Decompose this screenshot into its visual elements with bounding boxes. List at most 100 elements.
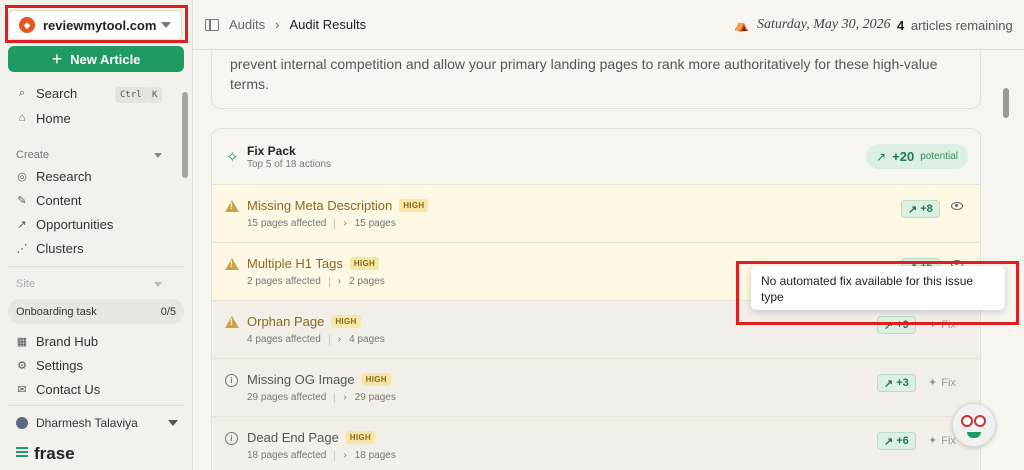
potential-value: +20 (892, 149, 915, 164)
section-label-site: Site (16, 278, 35, 290)
breadcrumb-separator-icon: › (275, 17, 280, 32)
pages-affected: 4 pages affected (247, 334, 321, 345)
gear-icon: ⚙ (17, 359, 27, 372)
severity-badge: HIGH (361, 373, 391, 386)
gain-badge: ↗ +3 (877, 374, 916, 392)
onboarding-progress: 0/5 (160, 305, 176, 318)
sidebar-item-label: Opportunities (36, 216, 114, 232)
issue-row[interactable]: i Missing OG Image HIGH 29 pages affected… (212, 358, 980, 416)
issue-title: Dead End Page (247, 430, 339, 445)
issue-row[interactable]: Missing Meta Description HIGH 15 pages af… (212, 184, 980, 242)
severity-badge: HIGH (331, 315, 361, 328)
chevron-right-icon: › (343, 218, 347, 229)
sidebar-item-label: Brand Hub (36, 333, 99, 349)
breadcrumb-current: Audit Results (289, 17, 367, 32)
articles-remaining: 4 articles remaining (897, 18, 1013, 33)
trending-up-icon: ↗ (884, 435, 894, 448)
potential-label: potential (920, 151, 958, 162)
severity-badge: HIGH (345, 431, 375, 444)
chevron-right-icon: › (343, 450, 347, 461)
onboarding-task[interactable]: Onboarding task 0/5 (8, 299, 184, 324)
sidebar-item-label: Home (36, 110, 71, 126)
issue-title: Multiple H1 Tags (247, 256, 343, 271)
gain-badge: ↗ +8 (901, 200, 940, 218)
highlight-box-tooltip (736, 261, 1019, 325)
plus-icon: + (51, 49, 63, 69)
sparkle-icon: ✧ (226, 149, 239, 166)
fix-pack-title: Fix Pack (247, 144, 296, 158)
fix-button[interactable]: ✦ Fix (928, 376, 956, 390)
sidebar-item-contact-us[interactable]: ✉ Contact Us (16, 379, 100, 399)
main-scrollbar[interactable] (1003, 88, 1009, 118)
sidebar-item-opportunities[interactable]: ↗ Opportunities (16, 214, 113, 234)
collapse-site-icon[interactable] (154, 282, 162, 287)
eye-icon[interactable] (951, 202, 963, 210)
issue-title: Orphan Page (247, 314, 325, 329)
chevron-down-icon (168, 420, 178, 426)
pages-link[interactable]: 4 pages (349, 334, 385, 345)
severity-badge: HIGH (349, 257, 380, 270)
sidebar: ◆ reviewmytool.com + New Article ⌕ Searc… (0, 0, 193, 470)
collapse-create-icon[interactable] (154, 153, 162, 158)
current-date: ⛺ Saturday, May 30, 2026 (734, 17, 891, 33)
sparkle-icon: ✦ (928, 377, 938, 389)
chevron-right-icon: › (337, 276, 342, 287)
sidebar-item-brand-hub[interactable]: ▦ Brand Hub (16, 331, 98, 351)
remaining-label: articles remaining (910, 18, 1013, 33)
severity-badge: HIGH (399, 199, 429, 212)
brand-logo: frase (16, 444, 75, 464)
sidebar-scrollbar[interactable] (182, 92, 188, 178)
new-article-button[interactable]: + New Article (8, 46, 184, 72)
pages-affected: 29 pages affected (247, 392, 327, 403)
mascot-eye-icon (974, 415, 986, 427)
mascot-eye-icon (961, 415, 973, 427)
frase-logo-icon (16, 447, 28, 461)
breadcrumb-audits[interactable]: Audits (229, 17, 265, 32)
issue-title: Missing OG Image (247, 372, 355, 387)
chevron-right-icon: › (343, 392, 347, 403)
intro-text: prevent internal competition and allow y… (230, 56, 938, 92)
sidebar-item-content[interactable]: ✎ Content (16, 190, 81, 210)
trending-up-icon: ↗ (876, 149, 887, 164)
gain-badge: ↗+6 (877, 432, 916, 450)
sidebar-item-research[interactable]: ◎ Research (16, 166, 91, 186)
top-bar: Audits › Audit Results ⛺ Saturday, May 3… (193, 0, 1024, 50)
calendar-icon: ⛺ (734, 18, 749, 32)
trending-up-icon: ↗ (884, 377, 894, 390)
intro-card: prevent internal competition and allow y… (211, 51, 981, 109)
fix-button[interactable]: ✦ Fix (928, 434, 956, 448)
pages-link[interactable]: 18 pages (355, 450, 396, 461)
sidebar-item-label: Clusters (36, 240, 84, 256)
search-icon: ⌕ (18, 86, 26, 99)
sidebar-item-label: Contact Us (36, 381, 101, 397)
pages-link[interactable]: 15 pages (355, 218, 396, 229)
user-menu[interactable]: Dharmesh Talaviya (16, 416, 178, 430)
breadcrumb: Audits › Audit Results (205, 17, 366, 32)
sidebar-item-home[interactable]: ⌂ Home (16, 108, 71, 128)
sidebar-item-settings[interactable]: ⚙ Settings (16, 355, 83, 375)
mascot-mouth-icon (967, 432, 981, 438)
feather-icon: ✎ (17, 194, 27, 207)
divider (8, 266, 184, 267)
fix-pack-header: ✧ Fix Pack Top 5 of 18 actions ↗ +20 pot… (212, 129, 980, 184)
remaining-count: 4 (897, 18, 905, 33)
sidebar-item-label: Settings (36, 357, 83, 373)
issue-row[interactable]: i Dead End Page HIGH 18 pages affected › 18… (212, 416, 980, 470)
pages-link[interactable]: 29 pages (355, 392, 396, 403)
potential-badge: ↗ +20 potential (866, 144, 968, 169)
meta-divider (334, 450, 336, 461)
sidebar-item-search[interactable]: ⌕ Search (16, 83, 77, 103)
new-article-label: New Article (70, 51, 141, 67)
assistant-mascot-icon[interactable] (952, 403, 996, 447)
section-label-create: Create (16, 149, 50, 161)
meta-divider (334, 392, 336, 403)
pages-link[interactable]: 2 pages (349, 276, 385, 287)
toggle-sidebar-icon[interactable] (205, 18, 219, 31)
gain-value: +6 (896, 435, 909, 447)
warning-icon (225, 316, 239, 329)
warning-icon (225, 200, 239, 213)
sidebar-item-clusters[interactable]: ⋰ Clusters (16, 238, 84, 258)
trending-up-icon: ↗ (17, 218, 27, 231)
home-icon: ⌂ (18, 112, 26, 124)
chevron-right-icon: › (337, 334, 342, 345)
